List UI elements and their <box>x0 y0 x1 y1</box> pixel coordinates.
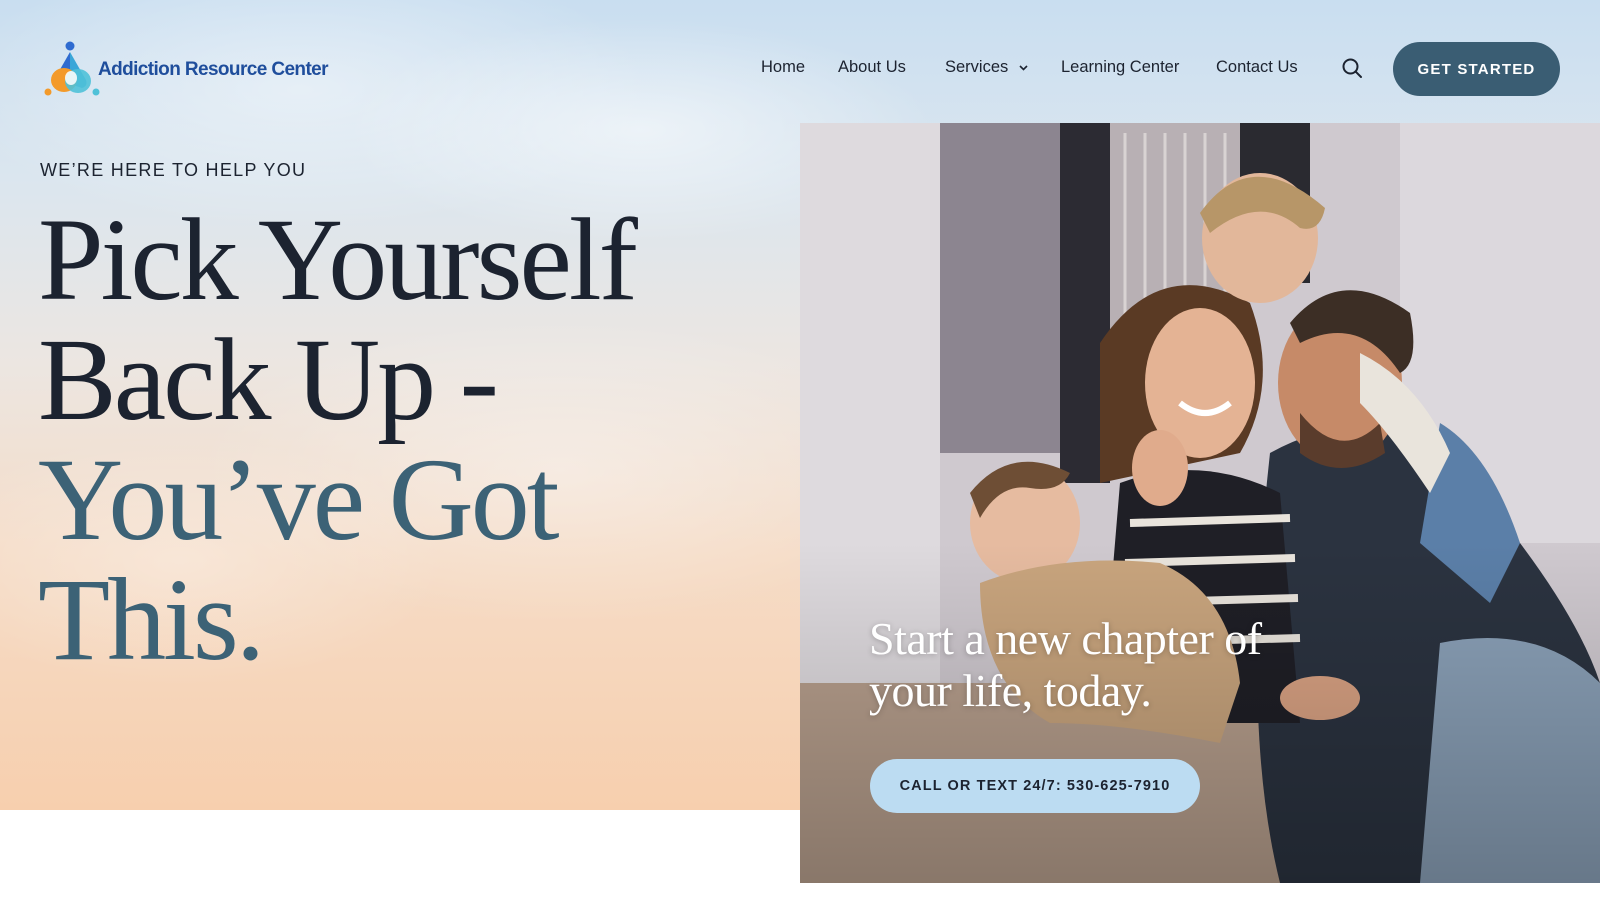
nav-services-label: Services <box>945 58 1009 76</box>
search-button[interactable] <box>1341 57 1363 79</box>
logo-icon <box>44 41 100 96</box>
nav-contact-us[interactable]: Contact Us <box>1216 58 1298 77</box>
site-header: Addiction Resource Center Home About Us … <box>0 0 1600 120</box>
nav-learning-center[interactable]: Learning Center <box>1061 58 1179 77</box>
nav-about-us-label: About Us <box>838 58 906 76</box>
nav-about-us[interactable]: About Us <box>838 58 906 77</box>
site-logo[interactable]: Addiction Resource Center <box>40 40 329 100</box>
logo-text: Addiction Resource Center <box>98 59 329 80</box>
nav-learning-center-label: Learning Center <box>1061 58 1180 76</box>
headline-line-4: This. <box>38 554 265 685</box>
nav-home[interactable]: Home <box>761 58 805 77</box>
headline-line-3: You’ve Got <box>38 434 560 565</box>
headline-line-2: Back Up - <box>38 314 499 445</box>
nav-home-label: Home <box>761 58 806 76</box>
photo-caption: Start a new chapter of your life, today. <box>869 613 1262 716</box>
nav-contact-us-label: Contact Us <box>1216 58 1298 76</box>
call-or-text-button[interactable]: CALL OR TEXT 24/7: 530-625-7910 <box>870 759 1200 813</box>
nav-services[interactable]: Services <box>945 58 1028 77</box>
family-photo: Start a new chapter of your life, today.… <box>800 123 1600 883</box>
headline-line-1: Pick Yourself <box>38 194 638 325</box>
search-icon <box>1342 58 1362 78</box>
hero-headline: Pick Yourself Back Up - You’ve Got This. <box>38 200 758 680</box>
get-started-button[interactable]: GET STARTED <box>1393 42 1560 96</box>
chevron-down-icon <box>1019 65 1028 71</box>
hero-eyebrow: WE’RE HERE TO HELP YOU <box>40 160 307 180</box>
